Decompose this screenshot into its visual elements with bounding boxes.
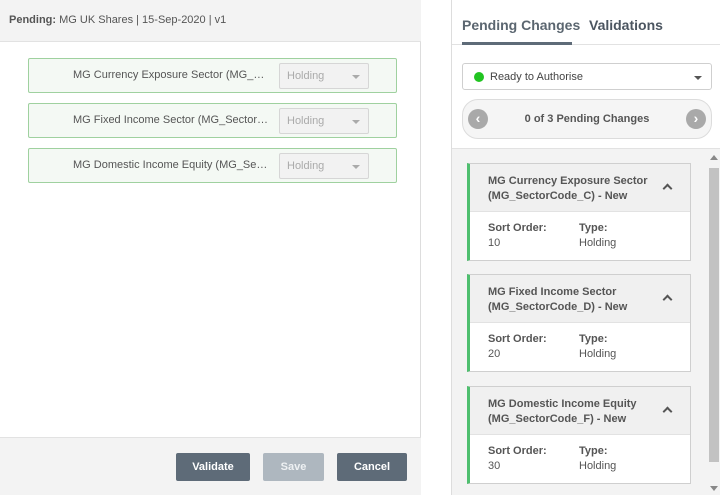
type-select-value: Holding xyxy=(287,70,325,82)
sort-order-value: 20 xyxy=(488,348,501,360)
sector-row: MG Domestic Income Equity (MG_SectorCode… xyxy=(28,148,397,183)
pending-navigator: ‹ 0 of 3 Pending Changes › xyxy=(462,99,712,139)
sort-order-label: Sort Order: xyxy=(488,445,547,457)
scrollbar[interactable] xyxy=(709,153,719,493)
scroll-up-icon[interactable] xyxy=(710,155,718,160)
pending-label: Pending: xyxy=(9,14,57,26)
sort-order-label: Sort Order: xyxy=(488,222,547,234)
scroll-down-icon[interactable] xyxy=(710,486,718,491)
sort-order-value: 30 xyxy=(488,460,501,472)
status-select[interactable]: Ready to Authorise xyxy=(462,63,712,90)
chevron-up-icon[interactable] xyxy=(662,183,673,194)
action-bar: Validate Save Cancel xyxy=(0,437,421,495)
active-tab-indicator xyxy=(462,42,572,45)
status-dot-icon xyxy=(474,72,484,82)
chevron-down-icon xyxy=(352,165,360,169)
chevron-right-icon[interactable]: › xyxy=(686,109,706,129)
card-title: MG Domestic Income Equity (MG_SectorCode… xyxy=(488,398,637,425)
edit-panel: Pending: MG UK Shares | 15-Sep-2020 | v1… xyxy=(0,0,421,495)
type-value: Holding xyxy=(579,460,617,472)
chevron-down-icon xyxy=(352,75,360,79)
type-select[interactable]: Holding xyxy=(279,153,369,179)
sort-order-field: Sort Order: 20 xyxy=(488,333,547,360)
tab-bar: Pending Changes Validations xyxy=(452,0,720,45)
chevron-up-icon[interactable] xyxy=(662,406,673,417)
sort-order-field: Sort Order: 10 xyxy=(488,222,547,249)
type-select-value: Holding xyxy=(287,160,325,172)
type-select[interactable]: Holding xyxy=(279,63,369,89)
sort-order-field: Sort Order: 30 xyxy=(488,445,547,472)
sector-row: MG Currency Exposure Sector (MG_SectorCo… xyxy=(28,58,397,93)
sector-name: MG Fixed Income Sector (MG_SectorCode_D) xyxy=(73,114,271,126)
sector-name: MG Currency Exposure Sector (MG_SectorCo… xyxy=(73,69,271,81)
type-value: Holding xyxy=(579,237,617,249)
change-card: MG Currency Exposure Sector (MG_SectorCo… xyxy=(467,163,691,261)
tab-pending-changes[interactable]: Pending Changes xyxy=(462,17,580,33)
type-field: Type: Holding xyxy=(579,445,616,472)
cancel-button[interactable]: Cancel xyxy=(337,453,407,481)
status-select-value: Ready to Authorise xyxy=(490,71,583,83)
type-label: Type: xyxy=(579,333,608,345)
chevron-up-icon[interactable] xyxy=(662,294,673,305)
type-select-value: Holding xyxy=(287,115,325,127)
tab-validations[interactable]: Validations xyxy=(589,17,663,33)
sector-name: MG Domestic Income Equity (MG_SectorCode… xyxy=(73,159,271,171)
scroll-thumb[interactable] xyxy=(709,168,719,462)
change-card: MG Fixed Income Sector (MG_SectorCode_D)… xyxy=(467,274,691,372)
side-panel: Pending Changes Validations Ready to Aut… xyxy=(451,0,720,495)
chevron-down-icon xyxy=(694,76,702,80)
sort-order-label: Sort Order: xyxy=(488,333,547,345)
type-field: Type: Holding xyxy=(579,222,616,249)
type-label: Type: xyxy=(579,445,608,457)
pending-changes-list: MG Currency Exposure Sector (MG_SectorCo… xyxy=(452,148,720,495)
card-header[interactable]: MG Currency Exposure Sector (MG_SectorCo… xyxy=(470,164,690,212)
card-body: Sort Order: 30 Type: Holding xyxy=(470,435,690,483)
type-select[interactable]: Holding xyxy=(279,108,369,134)
type-field: Type: Holding xyxy=(579,333,616,360)
card-header[interactable]: MG Fixed Income Sector (MG_SectorCode_D)… xyxy=(470,275,690,323)
validate-button[interactable]: Validate xyxy=(176,453,250,481)
card-body: Sort Order: 10 Type: Holding xyxy=(470,212,690,260)
card-body: Sort Order: 20 Type: Holding xyxy=(470,323,690,371)
chevron-down-icon xyxy=(352,120,360,124)
pending-title: MG UK Shares | 15-Sep-2020 | v1 xyxy=(59,14,227,26)
type-label: Type: xyxy=(579,222,608,234)
pending-header: Pending: MG UK Shares | 15-Sep-2020 | v1 xyxy=(0,0,421,42)
type-value: Holding xyxy=(579,348,617,360)
sector-row: MG Fixed Income Sector (MG_SectorCode_D)… xyxy=(28,103,397,138)
change-card: MG Domestic Income Equity (MG_SectorCode… xyxy=(467,386,691,484)
sector-list: MG Currency Exposure Sector (MG_SectorCo… xyxy=(28,58,397,193)
card-header[interactable]: MG Domestic Income Equity (MG_SectorCode… xyxy=(470,387,690,435)
card-title: MG Currency Exposure Sector (MG_SectorCo… xyxy=(488,175,648,202)
card-title: MG Fixed Income Sector (MG_SectorCode_D)… xyxy=(488,286,628,313)
pending-count: 0 of 3 Pending Changes xyxy=(524,113,650,125)
sort-order-value: 10 xyxy=(488,237,501,249)
save-button[interactable]: Save xyxy=(263,453,324,481)
